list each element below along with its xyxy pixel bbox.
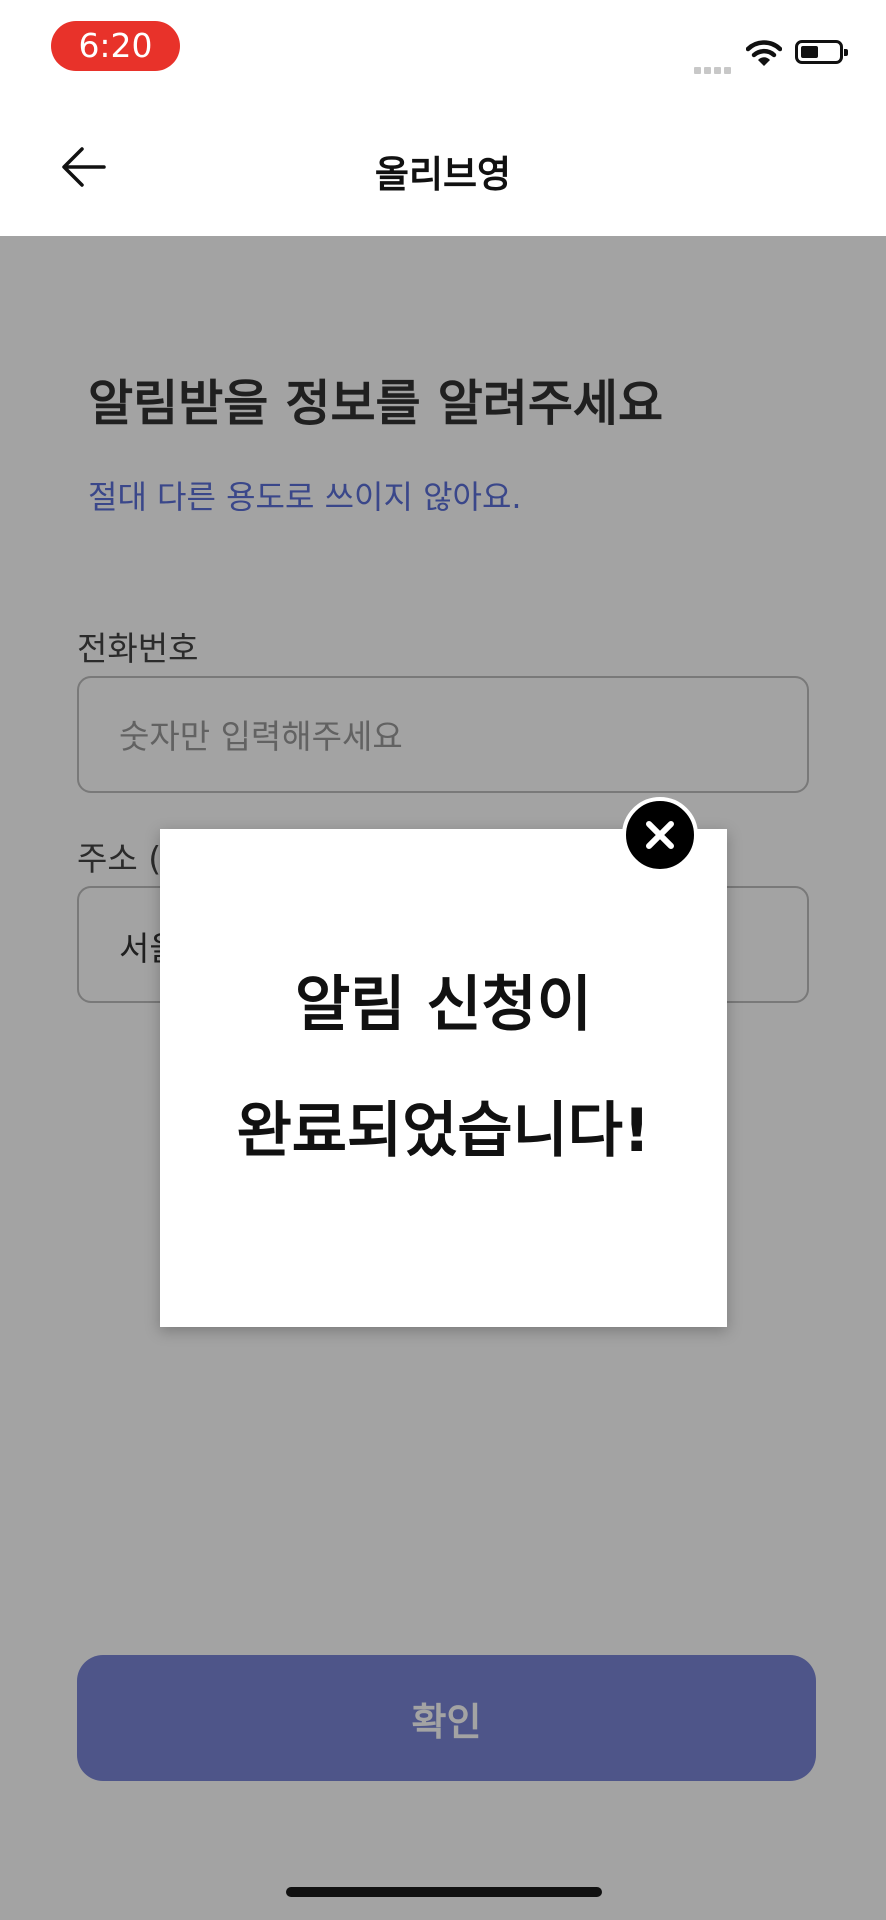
- wifi-icon: [746, 40, 782, 66]
- status-bar: 6:20: [0, 0, 886, 100]
- modal-message-line2: 완료되었습니다!: [236, 1096, 651, 1166]
- completion-modal: 알림 신청이 완료되었습니다!: [160, 829, 727, 1327]
- close-icon: [646, 821, 674, 849]
- cellular-signal-icon: [694, 59, 734, 78]
- home-indicator: [286, 1887, 602, 1897]
- page-title: 올리브영: [374, 153, 512, 196]
- modal-message-line1: 알림 신청이: [295, 970, 592, 1040]
- status-time: 6:20: [51, 21, 180, 71]
- nav-bar: 올리브영: [0, 100, 886, 236]
- battery-icon: [795, 40, 848, 64]
- close-button[interactable]: [622, 797, 698, 873]
